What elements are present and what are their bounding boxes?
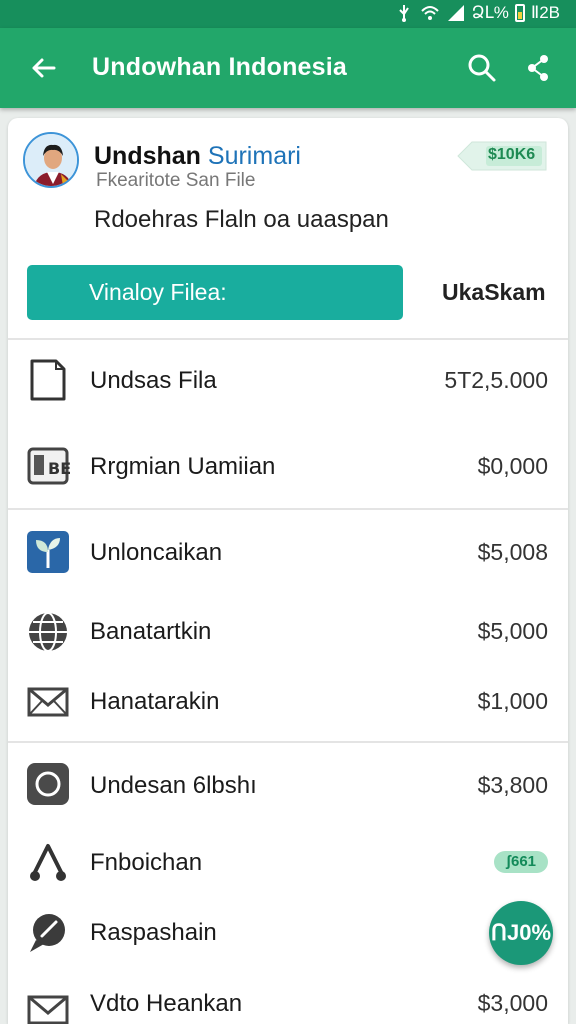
list-item-value: $1,000 — [477, 688, 548, 714]
profile-name-last: Surimari — [207, 142, 301, 170]
list-item-value: $0,000 — [477, 453, 548, 479]
list-item[interactable]: Undsas Fila 5T2,5.000 — [8, 352, 568, 412]
list-item[interactable]: Vdto Heankan $3,000 — [8, 974, 568, 1024]
list-item-value: $3,000 — [477, 990, 548, 1016]
secondary-action-link[interactable]: UkaSkam — [442, 279, 546, 306]
signal-icon — [447, 5, 464, 21]
clock: Ⅱ2B — [530, 3, 560, 22]
primary-action-button[interactable]: Vinaloy Filea: — [27, 265, 403, 320]
list-item[interactable]: Hanatarakin $1,000 — [8, 672, 568, 732]
list-item-value: $5,008 — [477, 539, 548, 565]
mail-icon — [27, 687, 69, 717]
page-title: Undowhan Indonesia — [92, 53, 347, 81]
document-icon — [30, 359, 66, 401]
person-icon — [25, 134, 77, 186]
list-item-label: Undesan 6lbshı — [90, 772, 257, 799]
music-note-icon — [30, 844, 66, 881]
envelope-icon — [27, 995, 69, 1024]
profile-subtitle: Fkearitote San File — [96, 170, 256, 191]
floating-action-button[interactable]: ՈJ0% — [489, 901, 553, 965]
list-item-label: Raspashain — [90, 919, 217, 946]
svg-text:BE: BE — [48, 459, 70, 478]
list-item[interactable]: Unloncaikan $5,008 — [8, 522, 568, 582]
avatar[interactable] — [23, 132, 79, 188]
list-item-label: Vdto Heankan — [90, 990, 243, 1017]
plant-icon — [27, 531, 69, 573]
divider — [8, 741, 568, 743]
status-bar: ՁԼ% Ⅱ2B — [0, 0, 576, 28]
globe-icon — [29, 612, 67, 652]
list-item[interactable]: Undesan 6lbshı $3,800 — [8, 756, 568, 816]
status-icons: ՁԼ% Ⅱ2B — [394, 3, 560, 23]
circle-app-icon — [27, 763, 69, 805]
list-item-label: Fnboichan — [90, 849, 203, 876]
list-item-value: 5T2,5.000 — [444, 367, 548, 393]
list-item[interactable]: Raspashain — [8, 902, 568, 962]
app-bar: Undowhan Indonesia — [0, 28, 576, 108]
divider — [8, 508, 568, 510]
list-item-label: Hanatarakin — [90, 688, 220, 715]
usb-icon — [398, 5, 409, 22]
status-badge: ʃ661 — [494, 851, 548, 873]
search-icon[interactable] — [464, 50, 500, 86]
profile-description: Rdoehras Flaln oa uaaspan — [94, 206, 389, 233]
profile-name-first: Undshan — [94, 142, 201, 170]
list-item[interactable]: Banatartkin $5,000 — [8, 602, 568, 662]
wifi-icon — [420, 6, 439, 20]
share-icon[interactable] — [520, 50, 556, 86]
back-arrow-icon[interactable] — [26, 50, 62, 86]
list-item[interactable]: Fnboichan ʃ661 — [8, 832, 568, 892]
tag-value: $10K6 — [488, 146, 536, 163]
list-item-label: Undsas Fila — [90, 367, 217, 394]
price-tag-badge[interactable]: $10K6 — [456, 140, 548, 172]
list-item[interactable]: BE Rrgmian Uamiian $0,000 — [8, 436, 568, 496]
chat-icon — [30, 914, 65, 952]
list-item-value: $5,000 — [477, 618, 548, 644]
list-item-value: $3,800 — [477, 772, 548, 798]
battery-percent: ՁԼ% — [471, 3, 509, 22]
list-item-label: Unloncaikan — [90, 539, 223, 566]
profile-name: Undshan Surimari — [94, 142, 301, 171]
calendar-icon: BE — [27, 447, 70, 485]
main-card: Undshan Surimari Fkearitote San File Rdo… — [8, 118, 568, 1024]
battery-icon — [514, 4, 525, 22]
list-item-label: Banatartkin — [90, 618, 212, 645]
divider — [8, 338, 568, 340]
list-item-label: Rrgmian Uamiian — [90, 453, 276, 480]
